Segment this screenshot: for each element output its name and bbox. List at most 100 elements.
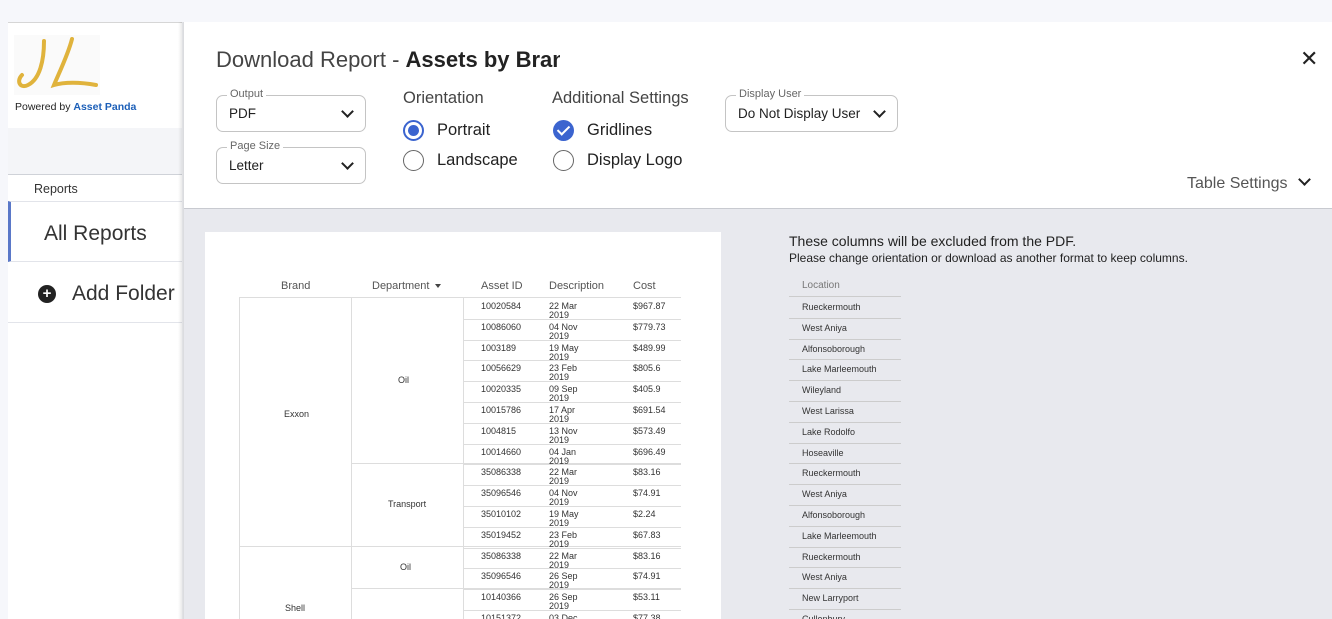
orientation-heading: Orientation — [403, 89, 484, 107]
display-logo-label[interactable]: Display Logo — [587, 151, 682, 170]
location-rule — [789, 359, 901, 361]
portrait-radio[interactable] — [403, 120, 424, 141]
description-cell: 22 Mar 2019 — [549, 550, 578, 570]
grid-line — [463, 297, 464, 619]
row-rule — [463, 339, 681, 341]
modal-title: Download Report - Assets by Brand — [216, 47, 560, 73]
location-rule — [789, 567, 901, 569]
add-folder-button[interactable]: + Add Folder — [8, 262, 182, 323]
output-value: PDF — [229, 106, 256, 121]
location-cell: New Larryport — [802, 593, 859, 604]
chevron-down-icon — [341, 157, 354, 170]
location-cell: Lake Marleemouth — [802, 530, 877, 541]
cost-cell: $489.99 — [633, 342, 666, 353]
display-user-select[interactable]: Display User Do Not Display User — [725, 88, 898, 132]
landscape-label[interactable]: Landscape — [437, 151, 518, 170]
chevron-down-icon — [1297, 173, 1311, 186]
app-root: Powered by Asset Panda Reports All Repor… — [0, 0, 1332, 619]
excluded-columns-title: These columns will be excluded from the … — [789, 233, 1077, 249]
gridlines-label[interactable]: Gridlines — [587, 121, 652, 140]
chevron-down-icon — [341, 105, 354, 118]
display-logo-checkbox[interactable] — [553, 150, 574, 171]
location-rule — [789, 588, 901, 590]
output-select[interactable]: Output PDF — [216, 88, 366, 132]
row-rule — [463, 610, 681, 611]
department-cell: Oil — [398, 375, 409, 385]
location-rule — [789, 484, 901, 486]
header-rule — [239, 297, 681, 298]
row-rule — [463, 443, 681, 445]
description-cell: 04 Jan 2019 — [549, 446, 577, 466]
location-rule — [789, 463, 901, 465]
cost-cell: $2.24 — [633, 509, 656, 519]
location-cell: West Aniya — [802, 572, 847, 583]
description-cell: 13 Nov 2019 — [549, 425, 578, 445]
preview-area: Brand Department Asset ID Description Co… — [184, 208, 1332, 619]
location-cell: Rueckermouth — [802, 551, 861, 562]
page-size-select[interactable]: Page Size Letter — [216, 140, 366, 184]
cost-cell: $779.73 — [633, 321, 666, 332]
column-header-cost: Cost — [633, 280, 656, 292]
asset-id-cell: 1004815 — [481, 425, 517, 436]
asset-id-cell: 10015786 — [481, 405, 522, 415]
description-cell: 26 Sep 2019 — [549, 571, 578, 591]
output-legend: Output — [227, 88, 267, 100]
asset-id-cell: 10140366 — [481, 592, 522, 603]
location-rule — [789, 442, 901, 444]
location-rule — [789, 317, 901, 319]
location-rule — [789, 338, 901, 340]
description-cell: 04 Nov 2019 — [549, 321, 578, 341]
row-rule — [463, 589, 681, 591]
company-logo — [14, 35, 100, 95]
location-cell: Lake Rodolfo — [802, 426, 856, 437]
cost-cell: $67.83 — [633, 529, 661, 540]
column-header-brand: Brand — [281, 280, 311, 292]
description-cell: 26 Sep 2019 — [549, 592, 578, 612]
chevron-down-icon — [873, 105, 886, 118]
table-settings-toggle[interactable]: Table Settings — [1187, 173, 1311, 193]
department-cell: Oil — [400, 562, 411, 572]
sidebar-item-all-reports[interactable]: All Reports — [8, 201, 182, 262]
report-name: Assets by Brand — [405, 47, 560, 72]
grid-line — [239, 297, 240, 619]
location-rule — [789, 380, 901, 382]
page-size-legend: Page Size — [227, 140, 284, 152]
row-rule — [463, 402, 681, 403]
cost-cell: $53.11 — [633, 592, 660, 603]
cost-cell: $74.91 — [633, 571, 661, 582]
location-cell: Alfonsoborough — [802, 343, 866, 354]
location-cell: Lake Marleemouth — [802, 364, 877, 375]
location-column-header: Location — [802, 280, 840, 291]
close-icon[interactable]: ✕ — [1300, 46, 1318, 72]
column-header-description: Description — [549, 280, 605, 292]
row-rule — [463, 547, 681, 549]
cost-cell: $696.49 — [633, 446, 666, 457]
description-cell: 23 Feb 2019 — [549, 529, 578, 549]
add-folder-label: Add Folder — [72, 282, 175, 305]
gridlines-checkbox[interactable] — [553, 120, 574, 141]
location-cell: West Aniya — [802, 489, 847, 500]
sidebar-divider — [8, 174, 182, 175]
location-cell: Rueckermouth — [802, 302, 861, 312]
asset-id-cell: 10151372 — [481, 613, 522, 619]
location-cell: Rueckermouth — [802, 468, 861, 479]
page-size-value: Letter — [229, 158, 264, 173]
column-header-department[interactable]: Department — [372, 280, 442, 292]
asset-id-cell: 35096546 — [481, 488, 522, 499]
cost-cell: $967.87 — [633, 301, 666, 311]
location-rule — [789, 525, 901, 527]
download-report-modal: Download Report - Assets by Brand ✕ Outp… — [184, 22, 1332, 619]
brand-cell-exxon: Exxon — [284, 409, 310, 419]
location-rule — [789, 505, 901, 506]
powered-by-brand: Asset Panda — [73, 101, 137, 113]
row-rule — [463, 506, 681, 507]
location-cell: Alfonsoborough — [802, 510, 866, 520]
description-cell: 22 Mar 2019 — [549, 467, 578, 487]
landscape-radio[interactable] — [403, 150, 424, 171]
row-rule — [463, 318, 681, 320]
portrait-label[interactable]: Portrait — [437, 121, 490, 140]
row-rule — [463, 422, 681, 424]
row-rule — [463, 381, 681, 383]
plus-circle-icon: + — [38, 285, 56, 303]
table-settings-label: Table Settings — [1187, 175, 1288, 192]
